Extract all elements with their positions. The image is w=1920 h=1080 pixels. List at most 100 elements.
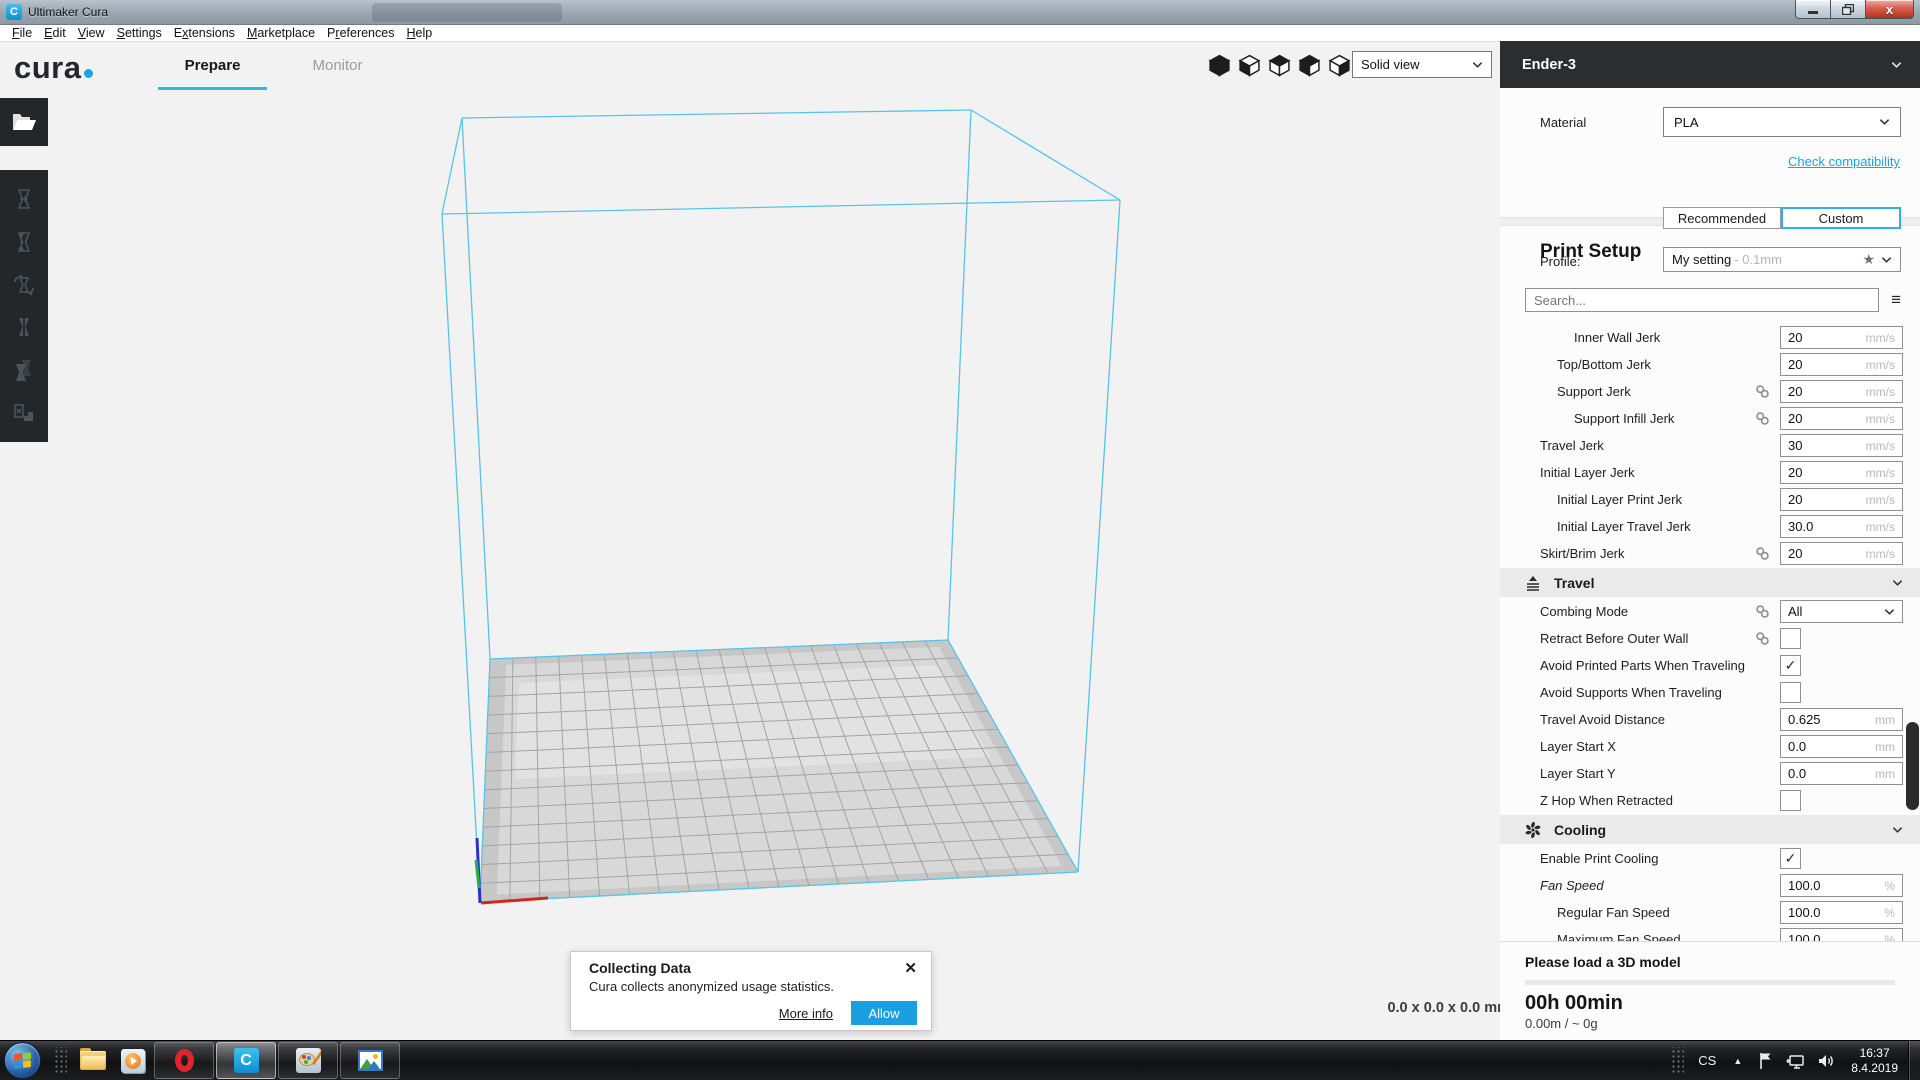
- language-indicator[interactable]: CS: [1698, 1053, 1716, 1068]
- custom-button[interactable]: Custom: [1781, 207, 1901, 229]
- start-button[interactable]: [4, 1042, 41, 1079]
- tab-prepare[interactable]: Prepare: [150, 41, 275, 90]
- search-input[interactable]: [1525, 288, 1879, 312]
- menu-item-edit[interactable]: Edit: [38, 26, 72, 40]
- setting-input-initial-layer-print-jerk[interactable]: 20mm/s: [1780, 488, 1903, 511]
- menu-item-marketplace[interactable]: Marketplace: [241, 26, 321, 40]
- close-button[interactable]: x: [1866, 0, 1914, 19]
- camera-view-toolbar: [1208, 54, 1351, 82]
- taskbar-cura-button[interactable]: C: [216, 1042, 276, 1079]
- cura-logo: cura: [14, 52, 93, 83]
- setting-input-support-infill-jerk[interactable]: 20mm/s: [1780, 407, 1903, 430]
- chevron-down-icon: [1879, 118, 1890, 126]
- setting-input-maximum-fan-speed[interactable]: 100.0%: [1780, 928, 1903, 941]
- title-bar[interactable]: C Ultimaker Cura: [0, 0, 1920, 25]
- setting-value: 30: [1788, 438, 1866, 453]
- network-icon[interactable]: [1785, 1050, 1807, 1072]
- taskbar-separator-dots: [53, 1047, 67, 1075]
- scale-tool-button[interactable]: [10, 228, 38, 256]
- setting-row-support-infill-jerk: Support Infill Jerk20mm/s: [1500, 405, 1920, 432]
- allow-button[interactable]: Allow: [851, 1001, 917, 1025]
- action-center-flag-icon[interactable]: [1755, 1050, 1777, 1072]
- active-tab-underline: [158, 87, 267, 90]
- setting-checkbox-z-hop-when-retracted[interactable]: [1780, 790, 1801, 811]
- setting-input-layer-start-x[interactable]: 0.0mm: [1780, 735, 1903, 758]
- restore-button[interactable]: [1831, 0, 1866, 19]
- windows-taskbar: C CS ▲: [0, 1040, 1920, 1080]
- view-mode-dropdown[interactable]: Solid view: [1352, 51, 1492, 78]
- unit-label: mm/s: [1866, 331, 1895, 345]
- taskbar-opera-button[interactable]: [154, 1042, 214, 1079]
- setting-input-travel-jerk[interactable]: 30mm/s: [1780, 434, 1903, 457]
- move-tool-button[interactable]: [10, 185, 38, 213]
- setting-input-skirt-brim-jerk[interactable]: 20mm/s: [1780, 542, 1903, 565]
- mirror-tool-button[interactable]: [10, 313, 38, 341]
- setting-label: Maximum Fan Speed: [1500, 932, 1681, 941]
- photo-viewer-icon: [358, 1050, 383, 1071]
- setting-checkbox-enable-print-cooling[interactable]: ✓: [1780, 848, 1801, 869]
- setting-input-initial-layer-jerk[interactable]: 20mm/s: [1780, 461, 1903, 484]
- check-compatibility-link[interactable]: Check compatibility: [1788, 154, 1900, 169]
- setting-input-fan-speed[interactable]: 100.0%: [1780, 874, 1903, 897]
- setting-input-travel-avoid-distance[interactable]: 0.625mm: [1780, 708, 1903, 731]
- job-message: Please load a 3D model: [1525, 954, 1895, 970]
- setting-select-combing-mode[interactable]: All: [1780, 600, 1903, 623]
- open-file-button[interactable]: [0, 98, 48, 146]
- view-3d-icon[interactable]: [1208, 54, 1231, 82]
- setting-row-enable-print-cooling: Enable Print Cooling✓: [1500, 845, 1920, 872]
- setting-input-inner-wall-jerk[interactable]: 20mm/s: [1780, 326, 1903, 349]
- support-blocker-tool-button[interactable]: [10, 399, 38, 427]
- setting-input-regular-fan-speed[interactable]: 100.0%: [1780, 901, 1903, 924]
- setting-checkbox-avoid-supports-when-traveling[interactable]: [1780, 682, 1801, 703]
- chevron-down-icon: [1884, 608, 1895, 616]
- taskbar-clock[interactable]: 16:37 8.4.2019: [1851, 1046, 1898, 1076]
- unit-label: mm: [1875, 767, 1895, 781]
- setting-label: Layer Start Y: [1500, 766, 1616, 781]
- show-hidden-icons-button[interactable]: ▲: [1733, 1056, 1742, 1066]
- dialog-close-icon[interactable]: ✕: [904, 961, 917, 976]
- taskbar-media-player-button[interactable]: [116, 1043, 150, 1079]
- view-front-icon[interactable]: [1238, 54, 1261, 82]
- taskbar-explorer-button[interactable]: [76, 1043, 110, 1079]
- profile-dropdown[interactable]: My setting - 0.1mm ★: [1663, 247, 1901, 272]
- machine-selector[interactable]: Ender-3: [1500, 41, 1920, 88]
- setting-checkbox-avoid-printed-parts-when-traveling[interactable]: ✓: [1780, 655, 1801, 676]
- menu-item-preferences[interactable]: Preferences: [321, 26, 400, 40]
- application-window: C Ultimaker Cura x FileEditViewSettingsE…: [0, 0, 1920, 1080]
- setting-input-initial-layer-travel-jerk[interactable]: 30.0mm/s: [1780, 515, 1903, 538]
- category-cooling[interactable]: Cooling: [1500, 815, 1920, 844]
- setting-input-layer-start-y[interactable]: 0.0mm: [1780, 762, 1903, 785]
- view-top-icon[interactable]: [1268, 54, 1291, 82]
- show-desktop-button[interactable]: [1908, 1041, 1920, 1080]
- setting-row-initial-layer-travel-jerk: Initial Layer Travel Jerk30.0mm/s: [1500, 513, 1920, 540]
- tab-monitor[interactable]: Monitor: [275, 41, 400, 90]
- settings-filter-menu-icon[interactable]: ≡: [1879, 290, 1901, 310]
- setting-label: Travel Jerk: [1500, 438, 1604, 453]
- view-right-icon[interactable]: [1328, 54, 1351, 82]
- menu-item-view[interactable]: View: [72, 26, 111, 40]
- more-info-link[interactable]: More info: [779, 1006, 833, 1021]
- setting-checkbox-retract-before-outer-wall[interactable]: [1780, 628, 1801, 649]
- menu-item-file[interactable]: File: [6, 26, 38, 40]
- per-model-settings-tool-button[interactable]: [10, 356, 38, 384]
- setting-label: Top/Bottom Jerk: [1500, 357, 1651, 372]
- mirror-icon: [11, 314, 37, 340]
- setting-label: Z Hop When Retracted: [1500, 793, 1673, 808]
- taskbar-photo-viewer-button[interactable]: [340, 1042, 400, 1079]
- menu-item-help[interactable]: Help: [400, 26, 438, 40]
- minimize-button[interactable]: [1795, 0, 1831, 19]
- setting-input-top-bottom-jerk[interactable]: 20mm/s: [1780, 353, 1903, 376]
- star-icon[interactable]: ★: [1862, 251, 1875, 268]
- category-travel[interactable]: Travel: [1500, 568, 1920, 597]
- settings-scrollbar[interactable]: [1906, 722, 1919, 810]
- recommended-button[interactable]: Recommended: [1663, 207, 1781, 229]
- material-select[interactable]: PLA: [1663, 107, 1901, 137]
- view-left-icon[interactable]: [1298, 54, 1321, 82]
- setting-input-support-jerk[interactable]: 20mm/s: [1780, 380, 1903, 403]
- window-title: Ultimaker Cura: [28, 5, 108, 19]
- volume-icon[interactable]: [1815, 1050, 1837, 1072]
- taskbar-paint-button[interactable]: [278, 1042, 338, 1079]
- menu-item-settings[interactable]: Settings: [111, 26, 168, 40]
- rotate-tool-button[interactable]: [10, 271, 38, 299]
- menu-item-extensions[interactable]: Extensions: [168, 26, 241, 40]
